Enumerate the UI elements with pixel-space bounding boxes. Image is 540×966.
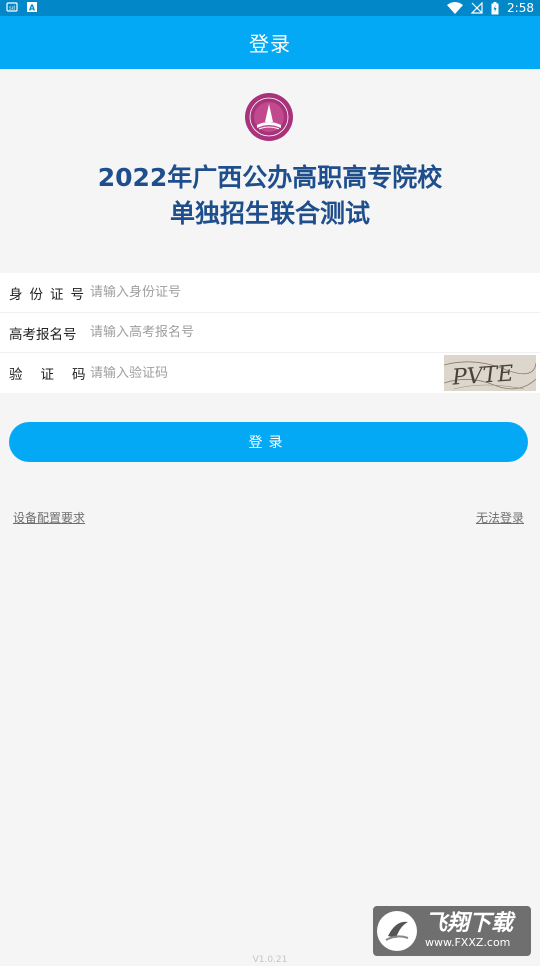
status-time: 2:58 <box>507 1 534 15</box>
svg-text:sd: sd <box>9 6 15 12</box>
battery-icon <box>491 1 499 14</box>
id-number-label: 身份证号 <box>9 286 91 303</box>
notification-icon: sd <box>6 2 18 12</box>
no-signal-icon <box>471 2 483 14</box>
captcha-row: 验证码 PVTE <box>0 353 540 393</box>
headline-line-1: 2022年广西公办高职高专院校 <box>97 163 443 192</box>
app-bar: 登录 <box>0 16 540 69</box>
id-number-row: 身份证号 <box>0 273 540 313</box>
watermark-logo-icon <box>377 911 417 951</box>
exam-number-row: 高考报名号 <box>0 313 540 353</box>
version-text: V1.0.21 <box>252 955 288 965</box>
status-bar: sd A 2:58 <box>0 0 540 16</box>
id-number-input[interactable] <box>82 285 390 300</box>
device-requirements-link[interactable]: 设备配置要求 <box>13 509 85 526</box>
login-form: 身份证号 高考报名号 验证码 PVTE <box>0 273 540 393</box>
page-title: 登录 <box>249 32 291 56</box>
exam-number-input[interactable] <box>82 325 390 340</box>
captcha-text: PVTE <box>450 361 514 390</box>
cannot-login-link[interactable]: 无法登录 <box>476 509 524 526</box>
captcha-label: 验证码 <box>9 367 104 383</box>
login-button[interactable]: 登录 <box>9 422 528 462</box>
watermark-title: 飞翔下载 <box>425 911 514 936</box>
exam-number-label: 高考报名号 <box>9 326 77 343</box>
watermark: 飞翔下载 www.FXXZ.com <box>373 906 531 956</box>
watermark-url: www.FXXZ.com <box>425 936 511 949</box>
font-icon: A <box>27 2 37 13</box>
school-logo-icon <box>245 93 293 141</box>
headline-line-2: 单独招生联合测试 <box>169 199 370 228</box>
captcha-image[interactable]: PVTE <box>444 355 536 391</box>
captcha-input[interactable] <box>82 365 390 381</box>
svg-text:A: A <box>29 4 36 13</box>
wifi-icon <box>447 2 464 14</box>
headline: 2022年广西公办高职高专院校 单独招生联合测试 <box>0 160 540 232</box>
